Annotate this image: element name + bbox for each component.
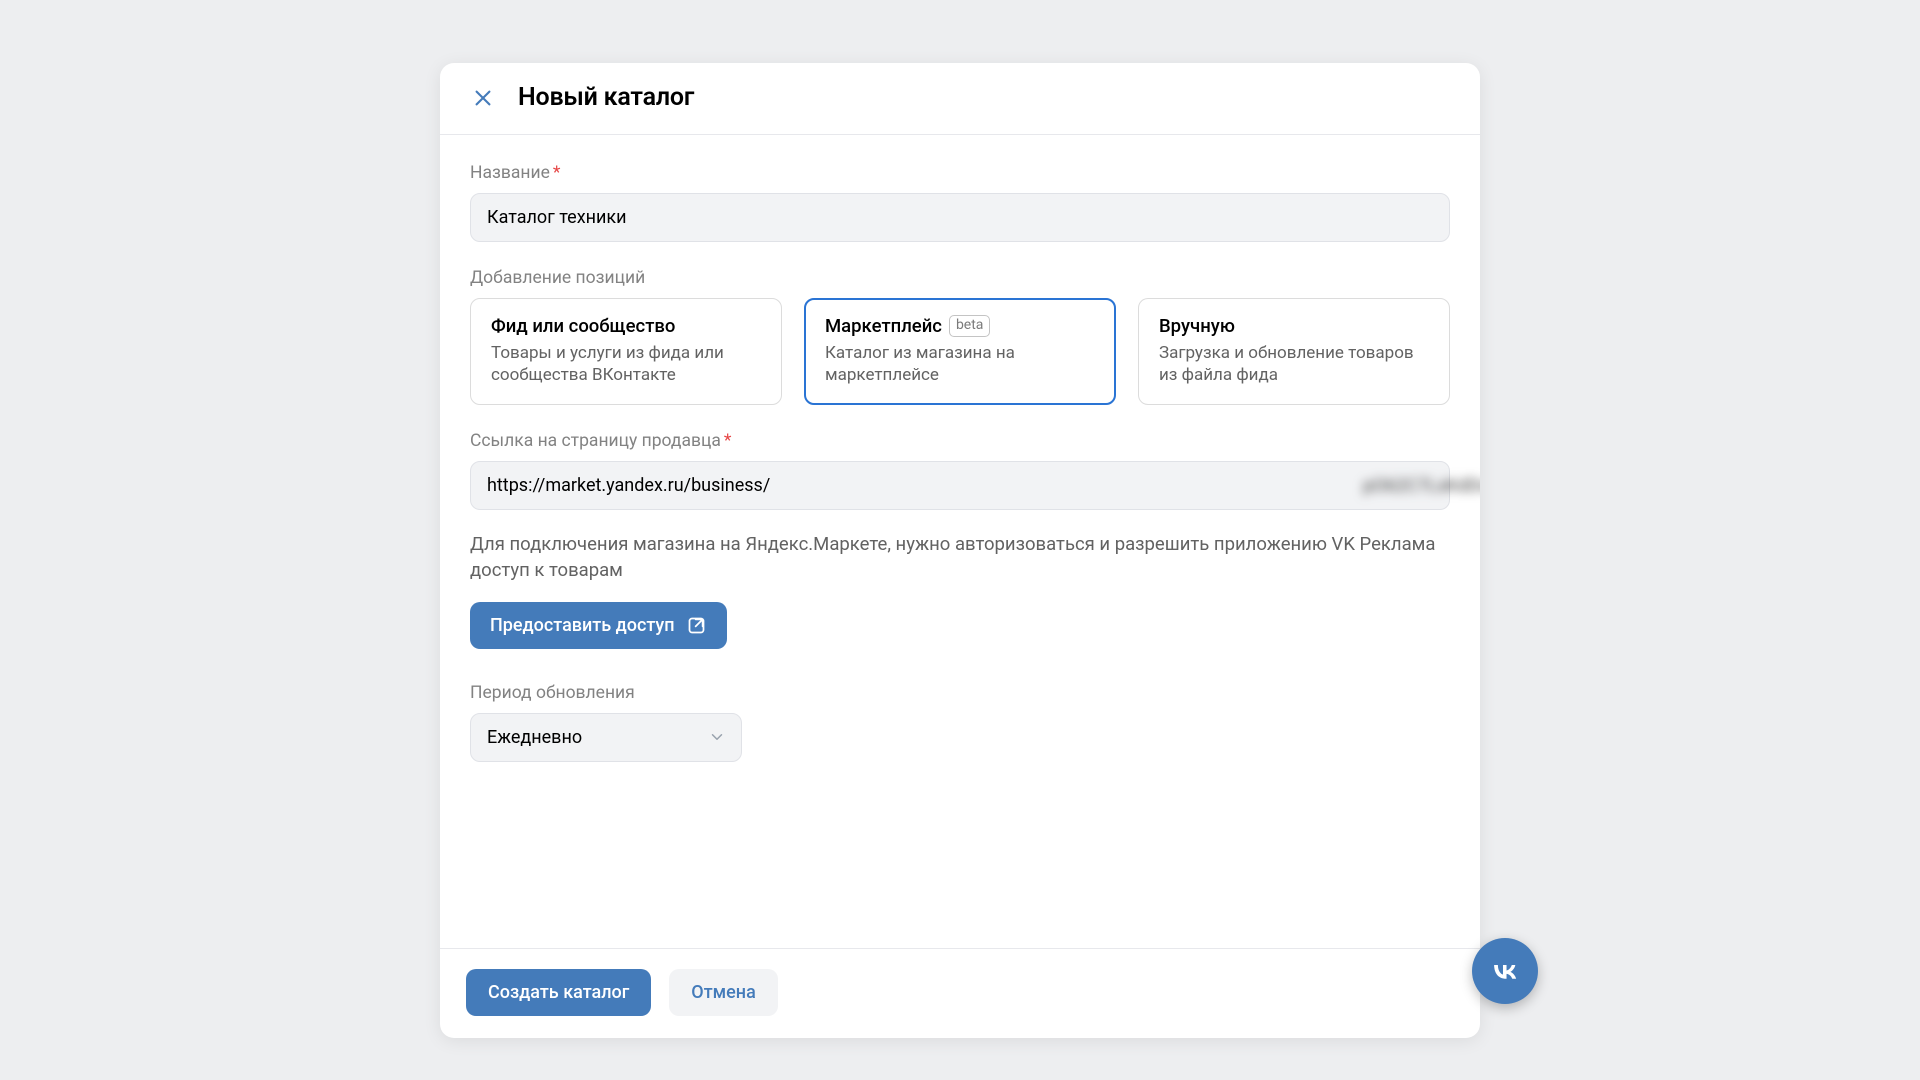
seller-link-section: Ссылка на страницу продавца* pO62C7LsKdD… xyxy=(470,431,1450,649)
option-marketplace-desc: Каталог из магазина на маркетплейсе xyxy=(825,342,1095,386)
vk-icon xyxy=(1488,954,1522,988)
modal-body: Название* Добавление позиций Фид или соо… xyxy=(440,135,1480,948)
update-period-select-wrap: Ежедневно xyxy=(470,713,742,762)
beta-badge: beta xyxy=(949,315,990,336)
catalog-name-input[interactable] xyxy=(470,193,1450,242)
option-feed-desc: Товары и услуги из фида или сообщества В… xyxy=(491,342,761,386)
cancel-button[interactable]: Отмена xyxy=(669,969,778,1016)
option-marketplace[interactable]: Маркетплейс beta Каталог из магазина на … xyxy=(804,298,1116,405)
modal-header: Новый каталог xyxy=(440,63,1480,135)
option-marketplace-title: Маркетплейс beta xyxy=(825,315,1095,337)
update-period-select[interactable]: Ежедневно xyxy=(470,713,742,762)
option-manual-title: Вручную xyxy=(1159,315,1429,337)
vk-help-fab[interactable] xyxy=(1472,938,1538,1004)
seller-link-label-text: Ссылка на страницу продавца xyxy=(470,431,721,451)
option-manual[interactable]: Вручную Загрузка и обновление товаров из… xyxy=(1138,298,1450,405)
add-positions-options: Фид или сообщество Товары и услуги из фи… xyxy=(470,298,1450,405)
add-positions-label: Добавление позиций xyxy=(470,268,1450,288)
required-indicator: * xyxy=(724,431,732,451)
grant-access-label: Предоставить доступ xyxy=(490,615,675,636)
seller-link-input-wrap: pO62C7LsKdDs_2D xyxy=(470,461,1450,510)
option-marketplace-title-text: Маркетплейс xyxy=(825,315,942,337)
create-catalog-button[interactable]: Создать каталог xyxy=(466,969,651,1016)
external-link-icon xyxy=(686,615,707,636)
option-feed-community[interactable]: Фид или сообщество Товары и услуги из фи… xyxy=(470,298,782,405)
update-period-section: Период обновления Ежедневно xyxy=(470,683,1450,762)
update-period-value: Ежедневно xyxy=(487,727,582,748)
seller-link-label: Ссылка на страницу продавца* xyxy=(470,431,1450,451)
close-icon[interactable] xyxy=(470,85,496,111)
new-catalog-modal: Новый каталог Название* Добавление позиц… xyxy=(440,63,1480,1038)
update-period-label: Период обновления xyxy=(470,683,1450,703)
grant-access-button[interactable]: Предоставить доступ xyxy=(470,602,727,649)
required-indicator: * xyxy=(553,163,561,183)
name-label-text: Название xyxy=(470,163,550,183)
body-spacer xyxy=(470,788,1450,918)
option-feed-title: Фид или сообщество xyxy=(491,315,761,337)
seller-link-input[interactable] xyxy=(470,461,1450,510)
option-manual-desc: Загрузка и обновление товаров из файла ф… xyxy=(1159,342,1429,386)
access-info-text: Для подключения магазина на Яндекс.Марке… xyxy=(470,532,1450,584)
name-field-section: Название* xyxy=(470,163,1450,242)
name-field-label: Название* xyxy=(470,163,1450,183)
modal-title: Новый каталог xyxy=(518,83,694,112)
modal-footer: Создать каталог Отмена xyxy=(440,948,1480,1038)
add-positions-section: Добавление позиций Фид или сообщество То… xyxy=(470,268,1450,405)
